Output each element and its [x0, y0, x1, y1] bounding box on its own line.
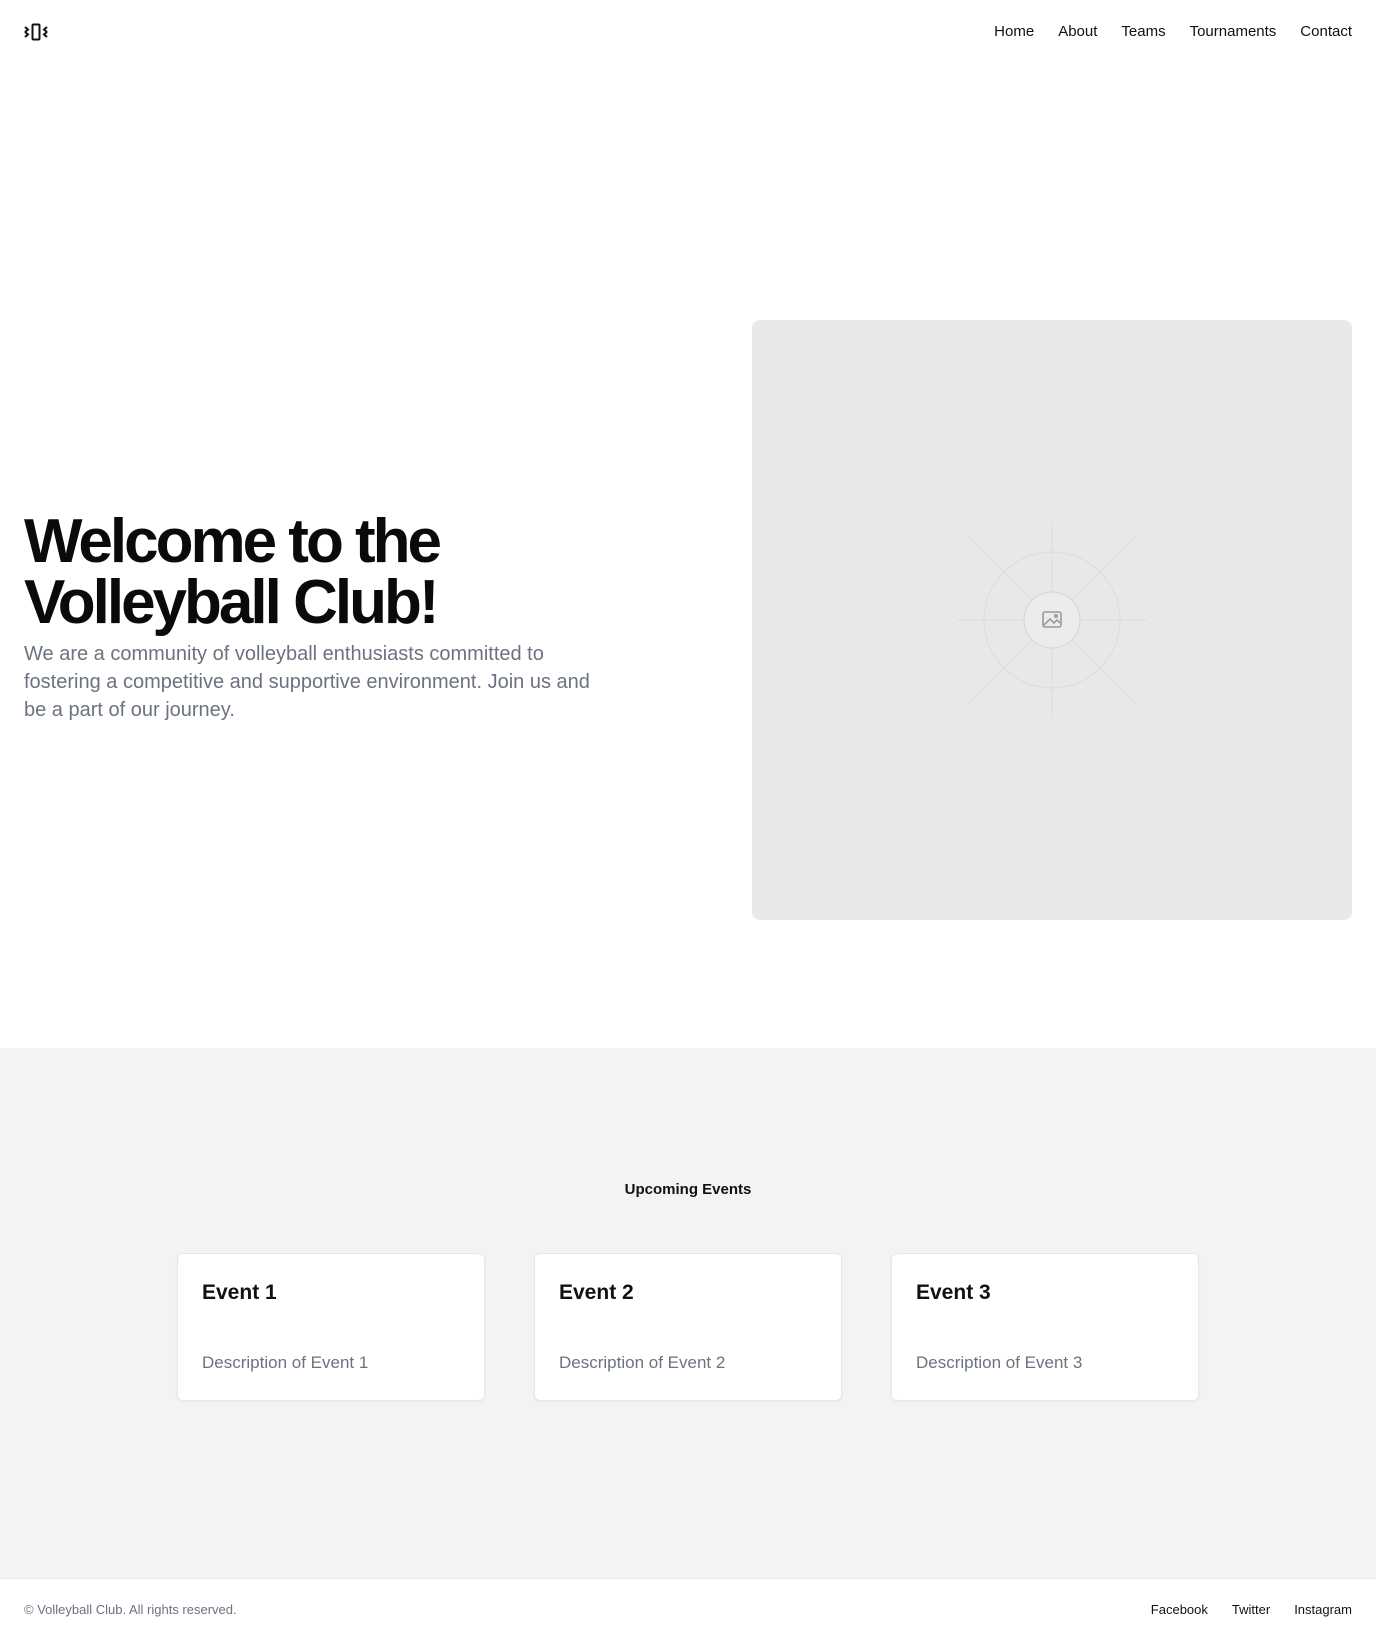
event-card[interactable]: Event 3 Description of Event 3 [891, 1253, 1199, 1401]
nav-teams-link[interactable]: Teams [1121, 22, 1165, 42]
hero-description: We are a community of volleyball enthusi… [24, 643, 590, 721]
social-links: Facebook Twitter Instagram [1151, 1601, 1352, 1619]
site-header: Home About Teams Tournaments Contact [0, 0, 1376, 64]
site-footer: © Volleyball Club. All rights reserved. … [0, 1578, 1376, 1643]
events-title: Upcoming Events [624, 1181, 752, 1198]
event-card-title: Event 1 [202, 1281, 277, 1304]
upcoming-events-section: Upcoming Events Event 1 Description of E… [0, 1048, 1376, 1578]
hero-title-line2: Volleyball Club! [24, 568, 439, 637]
copyright-text: © Volleyball Club. All rights reserved. [24, 1602, 237, 1617]
event-card[interactable]: Event 2 Description of Event 2 [534, 1253, 842, 1401]
twitter-link[interactable]: Twitter [1232, 1601, 1270, 1619]
instagram-link[interactable]: Instagram [1294, 1601, 1352, 1619]
nav-tournaments-link[interactable]: Tournaments [1190, 22, 1277, 42]
image-placeholder-icon [957, 525, 1147, 715]
event-card-description: Description of Event 3 [916, 1353, 1083, 1372]
nav-contact-link[interactable]: Contact [1300, 22, 1352, 42]
event-card[interactable]: Event 1 Description of Event 1 [177, 1253, 485, 1401]
hero-section: Welcome to the Volleyball Club! We are a… [0, 64, 1376, 1048]
event-card-description: Description of Event 1 [202, 1353, 369, 1372]
event-card-title: Event 3 [916, 1281, 991, 1304]
hero-title: Welcome to the Volleyball Club! [24, 511, 664, 634]
logo-icon[interactable] [24, 22, 48, 42]
main-nav: Home About Teams Tournaments Contact [994, 22, 1352, 42]
hero-image-placeholder [752, 320, 1352, 920]
nav-about-link[interactable]: About [1058, 22, 1097, 42]
nav-home-link[interactable]: Home [994, 22, 1034, 42]
event-card-title: Event 2 [559, 1281, 634, 1304]
event-card-description: Description of Event 2 [559, 1353, 726, 1372]
hero-title-line1: Welcome to the [24, 507, 442, 576]
facebook-link[interactable]: Facebook [1151, 1601, 1208, 1619]
